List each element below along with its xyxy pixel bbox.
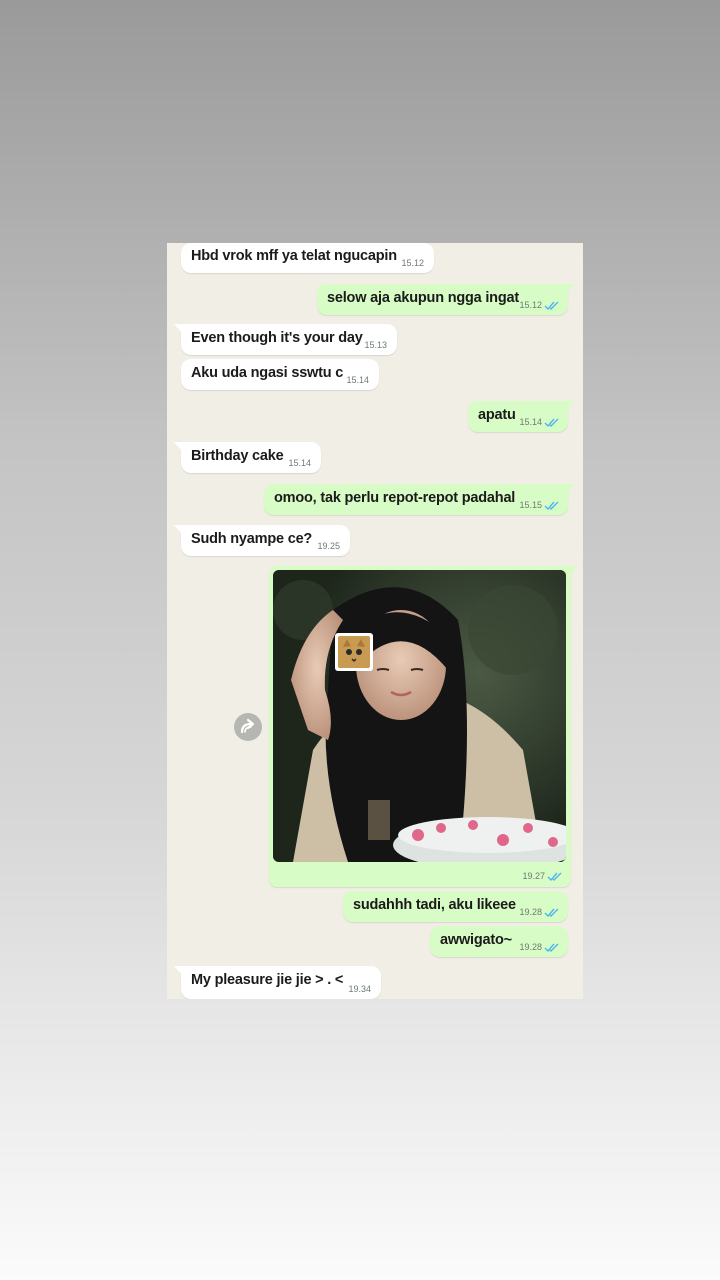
message-bubble-outgoing[interactable]: sudahhh tadi, aku likeee 19.28 [343, 891, 568, 922]
share-button[interactable] [234, 713, 262, 741]
forward-arrow-icon [240, 718, 255, 734]
chat-area[interactable]: Hbd vrok mff ya telat ngucapin 15.12 sel… [167, 243, 583, 999]
message-time: 15.12 [519, 300, 542, 310]
image-message[interactable]: 19.27 [269, 566, 578, 887]
message-time: 19.28 [519, 942, 542, 952]
message-time: 15.12 [401, 258, 424, 268]
message-time: 15.14 [519, 417, 542, 427]
message-text: Even though it's your day [191, 330, 363, 346]
message-bubble-incoming[interactable]: Sudh nyampe ce? 19.25 [174, 525, 350, 556]
message-bubble-incoming[interactable]: Aku uda ngasi sswtu c 15.14 [181, 359, 379, 390]
message-bubble-incoming[interactable]: Birthday cake 15.14 [174, 442, 321, 473]
message-text: omoo, tak perlu repot-repot padahal [274, 490, 516, 506]
message-text: Sudh nyampe ce? [191, 531, 313, 547]
message-time: 19.27 [522, 871, 545, 881]
message-time: 15.14 [346, 375, 369, 385]
message-time: 15.15 [519, 500, 542, 510]
message-text: awwigato~ [440, 932, 512, 948]
message-bubble-outgoing[interactable]: omoo, tak perlu repot-repot padahal 15.1… [264, 484, 575, 515]
message-time: 19.25 [317, 541, 340, 551]
double-check-icon [544, 418, 559, 428]
message-text: Hbd vrok mff ya telat ngucapin [191, 248, 397, 264]
double-check-icon [544, 301, 559, 311]
double-check-icon [547, 872, 562, 882]
message-text: selow aja akupun ngga ingat [327, 290, 519, 306]
message-time: 15.13 [364, 340, 387, 350]
message-text: Birthday cake [191, 448, 284, 464]
message-bubble-outgoing[interactable]: selow aja akupun ngga ingat 15.12 [317, 284, 575, 315]
message-text: My pleasure jie jie > . < [191, 972, 344, 988]
message-bubble-outgoing[interactable]: awwigato~ 19.28 [430, 926, 568, 957]
message-text: Aku uda ngasi sswtu c [191, 365, 344, 381]
photo-illustration [273, 570, 566, 862]
message-bubble-incoming[interactable]: My pleasure jie jie > . < 19.34 [174, 966, 381, 999]
image-message-photo[interactable] [273, 570, 566, 862]
message-text: apatu [478, 407, 516, 423]
message-bubble-incoming[interactable]: Hbd vrok mff ya telat ngucapin 15.12 [181, 243, 434, 273]
message-text: sudahhh tadi, aku likeee [353, 897, 516, 913]
message-bubble-outgoing[interactable]: apatu 15.14 [468, 401, 575, 432]
message-time: 15.14 [288, 458, 311, 468]
message-time: 19.28 [519, 907, 542, 917]
double-check-icon [544, 908, 559, 918]
message-bubble-incoming[interactable]: Even though it's your day 15.13 [174, 324, 397, 355]
double-check-icon [544, 501, 559, 511]
message-time: 19.34 [348, 984, 371, 994]
double-check-icon [544, 943, 559, 953]
cat-sticker-icon [335, 633, 373, 671]
